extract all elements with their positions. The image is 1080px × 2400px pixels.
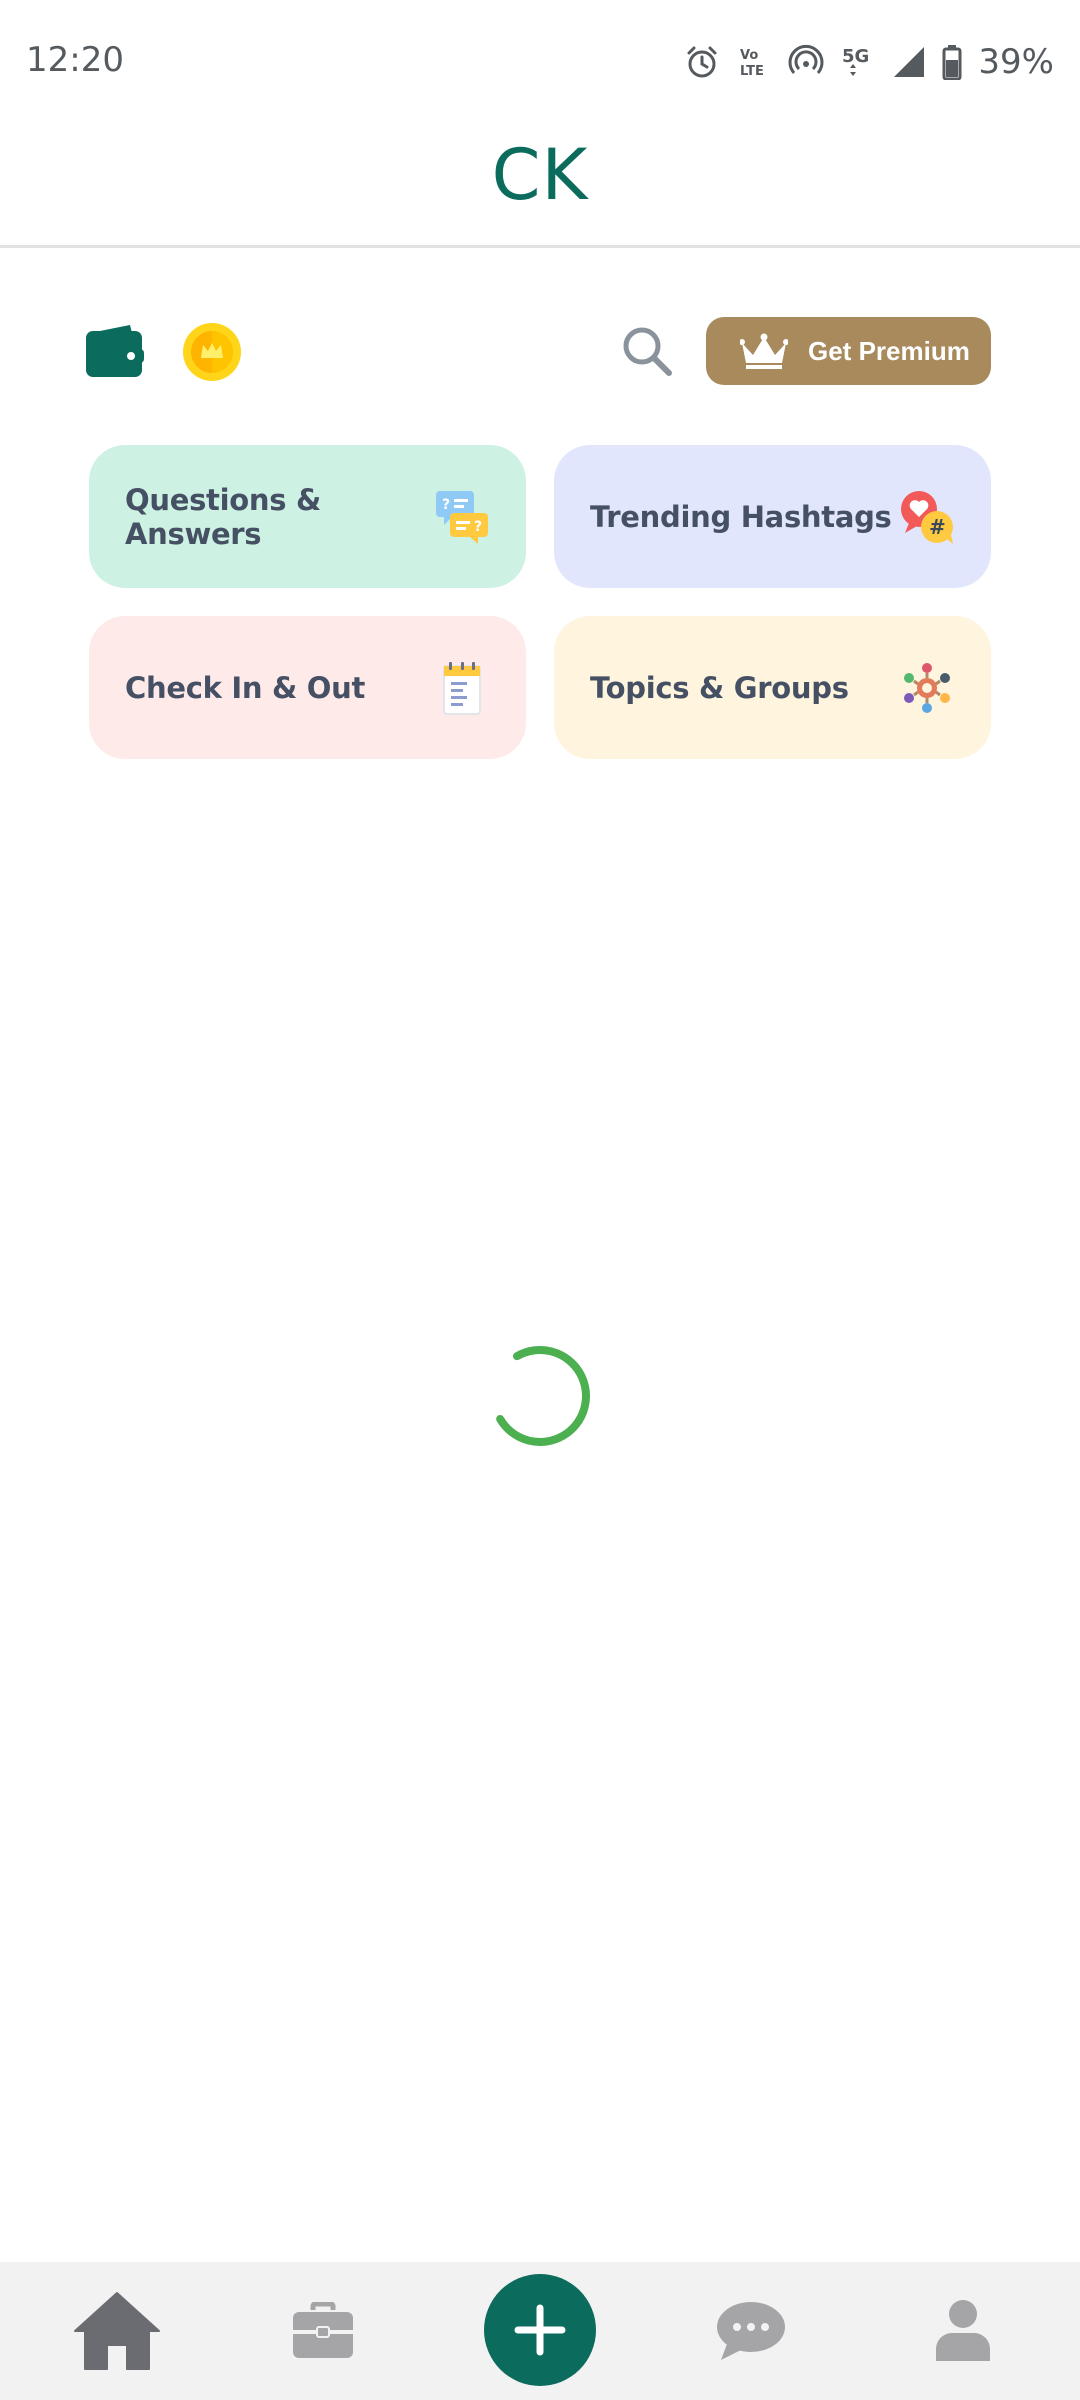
svg-text:Vo: Vo [740,48,758,63]
app-header: CK [0,120,1080,248]
hashtag-heart-icon: # [901,490,953,544]
crown-icon [740,333,788,369]
coin-button[interactable] [182,322,242,382]
nav-profile[interactable] [908,2262,1018,2400]
card-label: Trending Hashtags [590,499,892,534]
svg-text:5G: 5G [842,46,869,67]
battery-percent: 39% [978,42,1054,82]
hotspot-icon [788,44,824,80]
card-label: Check In & Out [125,670,366,705]
wallet-icon [86,325,144,377]
svg-text:#: # [929,515,946,539]
wallet-button[interactable] [86,325,144,377]
svg-text:LTE: LTE [740,64,764,79]
loading-spinner [496,1346,590,1446]
status-bar: 12:20 Vo LTE 5G 39% [0,0,1080,120]
qa-chat-icon: ?? [436,490,488,544]
status-time: 12:20 [26,40,124,80]
home-icon [74,2292,160,2370]
bottom-nav [0,2262,1080,2400]
checklist-icon [443,661,481,715]
page-title: CK [491,134,589,216]
profile-icon [936,2300,990,2361]
nav-home[interactable] [62,2262,172,2400]
search-button[interactable] [620,324,674,378]
5g-icon: 5G [840,42,876,82]
get-premium-button[interactable]: Get Premium [706,317,991,385]
nav-briefcase[interactable] [268,2262,378,2400]
group-people-icon [904,662,950,713]
alarm-icon [684,44,720,80]
plus-icon [514,2304,566,2356]
nav-chat[interactable] [696,2262,806,2400]
card-label: Topics & Groups [590,670,849,705]
briefcase-icon [293,2302,353,2358]
card-topics-groups[interactable]: Topics & Groups [554,616,991,759]
premium-label: Get Premium [808,335,970,366]
chat-icon [717,2302,785,2360]
svg-text:?: ? [442,497,450,513]
status-icons: Vo LTE 5G 39% [684,40,1054,84]
volte-icon: Vo LTE [736,44,772,80]
battery-icon [942,44,962,80]
card-label: Questions & Answers [125,482,321,551]
signal-icon [892,45,926,79]
card-trending-hashtags[interactable]: Trending Hashtags # [554,445,991,588]
card-questions-answers[interactable]: Questions & Answers ?? [89,445,526,588]
svg-text:?: ? [474,519,482,535]
search-icon [623,327,672,376]
add-post-button[interactable] [484,2274,596,2386]
coin-crown-icon [183,323,241,381]
card-check-in-out[interactable]: Check In & Out [89,616,526,759]
